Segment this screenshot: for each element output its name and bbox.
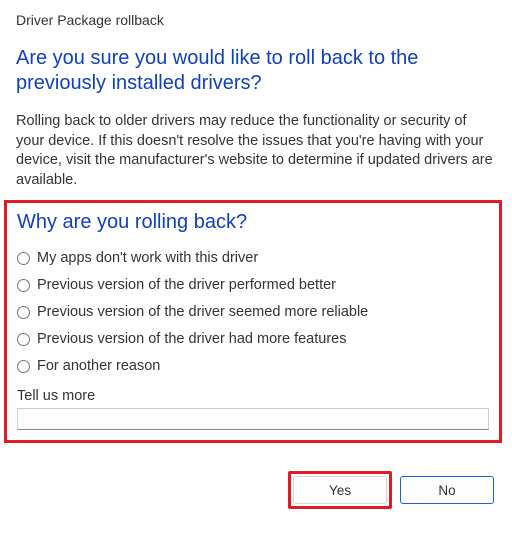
reason-option-features[interactable]: Previous version of the driver had more … [17, 331, 489, 347]
no-button[interactable]: No [400, 476, 494, 504]
reason-option-apps[interactable]: My apps don't work with this driver [17, 250, 489, 266]
reason-radio-features[interactable] [17, 333, 30, 346]
yes-button-highlight: Yes [288, 471, 392, 509]
confirm-heading: Are you sure you would like to roll back… [16, 46, 496, 96]
tell-more-label: Tell us more [17, 388, 489, 404]
reason-label: Previous version of the driver performed… [37, 277, 336, 293]
yes-button[interactable]: Yes [293, 476, 387, 504]
tell-more-input[interactable] [17, 408, 489, 430]
reason-label: Previous version of the driver had more … [37, 331, 346, 347]
reason-label: For another reason [37, 358, 160, 374]
reason-option-performance[interactable]: Previous version of the driver performed… [17, 277, 489, 293]
reason-heading: Why are you rolling back? [17, 211, 489, 234]
reason-label: Previous version of the driver seemed mo… [37, 304, 368, 320]
reason-radio-apps[interactable] [17, 252, 30, 265]
window-title: Driver Package rollback [16, 12, 496, 28]
reason-radio-group: My apps don't work with this driver Prev… [17, 250, 489, 374]
reason-option-other[interactable]: For another reason [17, 358, 489, 374]
reason-radio-reliability[interactable] [17, 306, 30, 319]
reason-label: My apps don't work with this driver [37, 250, 258, 266]
warning-text: Rolling back to older drivers may reduce… [16, 112, 496, 190]
reason-option-reliability[interactable]: Previous version of the driver seemed mo… [17, 304, 489, 320]
dialog-button-row: Yes No [16, 471, 496, 509]
reason-section-highlight: Why are you rolling back? My apps don't … [4, 200, 502, 443]
reason-radio-performance[interactable] [17, 279, 30, 292]
reason-radio-other[interactable] [17, 360, 30, 373]
